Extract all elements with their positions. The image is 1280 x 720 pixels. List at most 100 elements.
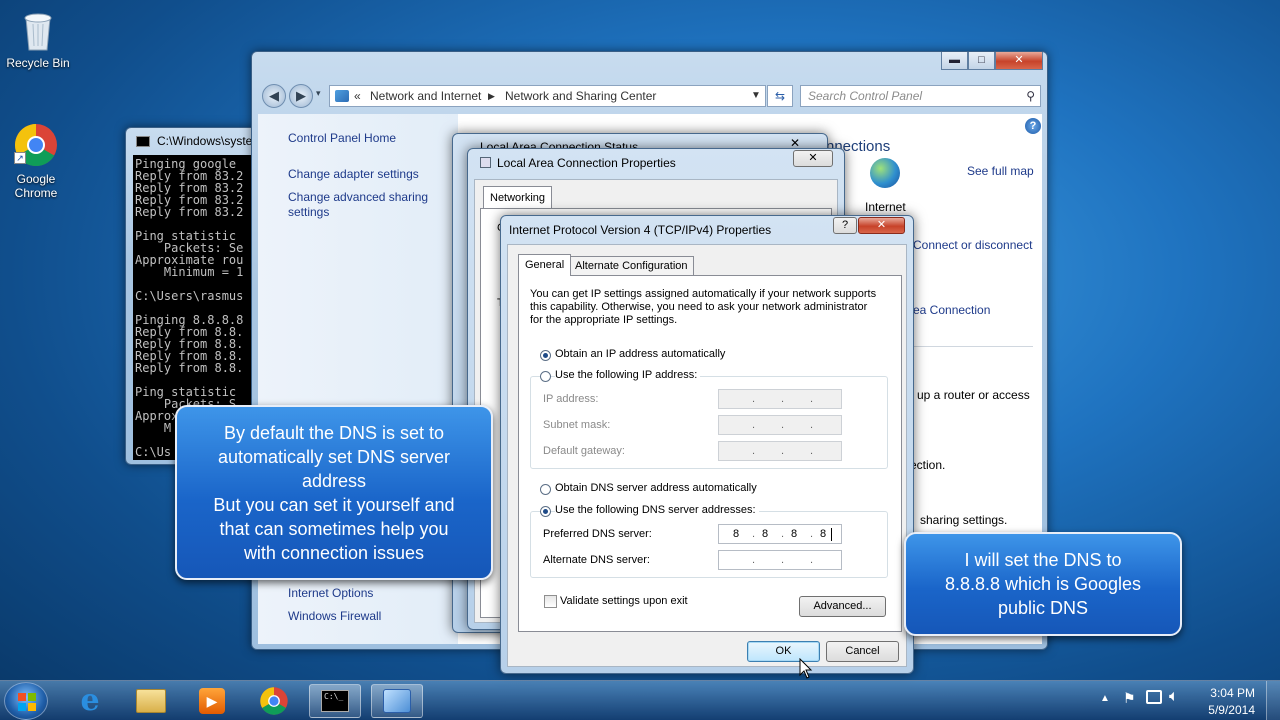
volume-icon[interactable]: 🔈︎ [1169, 688, 1179, 706]
see-full-map-link[interactable]: See full map [967, 164, 1034, 178]
taskbar-explorer[interactable] [125, 684, 177, 718]
console-line: Reply from 83.2 [135, 205, 244, 219]
back-button[interactable]: ◀ [262, 84, 286, 108]
recent-pages-icon[interactable]: ▾ [316, 88, 321, 99]
callout-right-line-3: public DNS [997, 598, 1089, 618]
ipv4-dialog[interactable]: Internet Protocol Version 4 (TCP/IPv4) P… [500, 215, 914, 674]
taskbar-chrome[interactable] [248, 684, 300, 718]
taskbar-internet-explorer[interactable]: e [64, 684, 116, 718]
console-line: Reply from 8.8. [135, 361, 244, 375]
subnet-mask-label: Subnet mask: [543, 419, 611, 431]
windows-logo-icon [18, 693, 36, 711]
windows-firewall-link[interactable]: Windows Firewall [288, 609, 381, 623]
callout-right: I will set the DNS to 8.8.8.8 which is G… [904, 532, 1182, 636]
network-icon[interactable] [1146, 690, 1162, 704]
clock-date[interactable]: 5/9/2014 [1200, 703, 1255, 717]
breadcrumb-sharing-center[interactable]: Network and Sharing Center [505, 86, 656, 106]
change-advanced-sharing-link[interactable]: Change advanced sharing settings [288, 190, 438, 220]
cmd-icon: C:\_ [321, 690, 349, 712]
search-icon[interactable]: ⚲ [1026, 86, 1035, 106]
internet-label: Internet [865, 200, 906, 214]
networking-tab[interactable]: Networking [483, 186, 553, 209]
clock-time[interactable]: 3:04 PM [1205, 686, 1255, 700]
maximize-button[interactable]: □ [968, 52, 995, 70]
window-controls: ▬ □ ✕ [941, 52, 1043, 70]
use-following-dns-label[interactable]: Use the following DNS server addresses: [555, 504, 759, 516]
callout-left-line-2: automatically set DNS server [217, 447, 451, 467]
use-following-dns-radio[interactable] [540, 506, 551, 517]
ipv4-description: You can get IP settings assigned automat… [530, 288, 877, 326]
validate-checkbox[interactable] [544, 595, 557, 608]
start-button[interactable] [4, 682, 48, 720]
properties-close-button[interactable]: ✕ [793, 150, 833, 167]
ipv4-help-button[interactable]: ? [833, 217, 857, 234]
help-icon[interactable]: ? [1025, 118, 1041, 134]
cancel-button[interactable]: Cancel [826, 641, 899, 662]
close-button[interactable]: ✕ [995, 52, 1043, 70]
internet-options-link[interactable]: Internet Options [288, 586, 373, 600]
dns-octet-2: 8 [761, 528, 769, 540]
tab-alternate-configuration[interactable]: Alternate Configuration [569, 256, 694, 275]
recycle-bin-icon [21, 8, 55, 52]
control-panel-home-link[interactable]: Control Panel Home [288, 131, 396, 145]
chrome-taskbar-icon [260, 687, 288, 715]
callout-left-line-6: with connection issues [243, 543, 425, 563]
callout-left-line-1: By default the DNS is set to [223, 423, 445, 443]
taskbar-control-panel[interactable] [371, 684, 423, 718]
use-following-ip-radio[interactable] [540, 371, 551, 382]
callout-right-line-2: 8.8.8.8 which is Googles [944, 574, 1142, 594]
chrome-label-1: Google [16, 172, 56, 186]
default-gateway-label: Default gateway: [543, 445, 625, 457]
recycle-bin[interactable]: Recycle Bin [0, 8, 76, 70]
chrome-shortcut[interactable]: Google Chrome [0, 122, 74, 200]
search-placeholder: Search Control Panel [808, 89, 923, 103]
setup-router-text: up a router or access [917, 388, 1030, 402]
validate-label[interactable]: Validate settings upon exit [560, 595, 688, 607]
control-panel-icon [335, 90, 349, 102]
obtain-dns-auto-label[interactable]: Obtain DNS server address automatically [555, 482, 757, 494]
forward-button[interactable]: ▶ [289, 84, 313, 108]
callout-left-line-4: But you can set it yourself and [213, 495, 455, 515]
preferred-dns-input[interactable]: 8. 8. 8. 8 [718, 524, 842, 544]
address-bar[interactable]: « Network and Internet ▶ Network and Sha… [329, 85, 766, 107]
taskbar-media-player[interactable]: ▶ [186, 684, 238, 718]
action-center-icon[interactable]: ⚑ [1123, 690, 1136, 707]
show-desktop-button[interactable] [1266, 681, 1280, 720]
callout-left-line-5: that can sometimes help you [219, 519, 449, 539]
dns-octet-3: 8 [790, 528, 798, 540]
obtain-ip-auto-radio[interactable] [540, 350, 551, 361]
internet-globe-icon [870, 158, 900, 188]
dns-octet-4: 8 [819, 528, 827, 540]
obtain-ip-auto-label[interactable]: Obtain an IP address automatically [555, 348, 725, 360]
local-area-connection-link[interactable]: rea Connection [909, 303, 990, 317]
use-following-ip-label[interactable]: Use the following IP address: [555, 369, 701, 381]
address-dropdown-icon[interactable]: ▼ [751, 86, 761, 106]
search-input[interactable]: Search Control Panel ⚲ [800, 85, 1041, 107]
ipv4-close-button[interactable]: ✕ [858, 217, 905, 234]
ip-address-input[interactable]: ... [718, 389, 842, 409]
tab-general[interactable]: General [518, 254, 572, 276]
sharing-settings-text: sharing settings. [920, 513, 1008, 527]
taskbar: e ▶ C:\_ ▲ ⚑ 🔈︎ 3:04 PM 5/9/2014 [0, 680, 1280, 720]
alternate-dns-input[interactable]: ... [718, 550, 842, 570]
cmd-title-icon [136, 136, 150, 147]
show-hidden-icons[interactable]: ▲ [1100, 693, 1110, 704]
breadcrumb-network-internet[interactable]: Network and Internet [370, 86, 481, 106]
ipv4-title: Internet Protocol Version 4 (TCP/IPv4) P… [509, 223, 772, 237]
properties-title: Local Area Connection Properties [497, 156, 676, 170]
refresh-button[interactable]: ⇆ [767, 85, 793, 107]
taskbar-cmd[interactable]: C:\_ [309, 684, 361, 718]
obtain-dns-auto-radio[interactable] [540, 484, 551, 495]
chrome-label-2: Chrome [14, 186, 58, 200]
connect-disconnect-link[interactable]: Connect or disconnect [913, 238, 1032, 252]
shortcut-arrow-icon: ↗ [14, 152, 26, 164]
ipv4-body: General Alternate Configuration You can … [507, 244, 907, 667]
network-adapter-icon [480, 157, 491, 168]
internet-explorer-icon: e [80, 683, 100, 718]
breadcrumb-separator-icon: ▶ [488, 91, 495, 101]
advanced-button[interactable]: Advanced... [799, 596, 886, 617]
default-gateway-input[interactable]: ... [718, 441, 842, 461]
minimize-button[interactable]: ▬ [941, 52, 968, 70]
change-adapter-settings-link[interactable]: Change adapter settings [288, 167, 419, 181]
subnet-mask-input[interactable]: ... [718, 415, 842, 435]
